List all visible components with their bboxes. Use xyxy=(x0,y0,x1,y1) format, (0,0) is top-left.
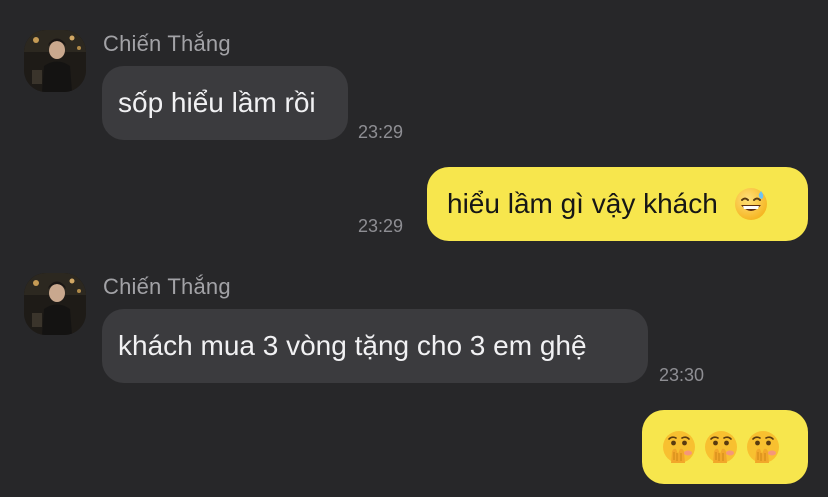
message-timestamp: 23:29 xyxy=(358,216,404,236)
message-timestamp: 23:30 xyxy=(659,365,705,385)
hand-over-mouth-emoji xyxy=(704,430,738,464)
message-text: hiểu lầm gì vậy khách xyxy=(447,188,718,219)
sender-name: Chiến Thắng xyxy=(103,31,231,56)
hand-over-mouth-emoji xyxy=(662,430,696,464)
message-text: sốp hiểu lầm rồi xyxy=(118,87,316,118)
avatar[interactable] xyxy=(24,273,86,335)
avatar[interactable] xyxy=(24,30,86,92)
grinning-sweat-emoji xyxy=(734,187,768,221)
sender-name: Chiến Thắng xyxy=(103,274,231,299)
message-timestamp: 23:29 xyxy=(358,122,404,142)
message-bubble-outgoing[interactable] xyxy=(642,410,808,484)
emoji-row xyxy=(662,410,788,484)
message-bubble-incoming[interactable]: khách mua 3 vòng tặng cho 3 em ghệ xyxy=(102,309,648,383)
message-bubble-outgoing[interactable]: hiểu lầm gì vậy khách xyxy=(427,167,808,241)
message-text: khách mua 3 vòng tặng cho 3 em ghệ xyxy=(118,330,587,361)
message-bubble-incoming[interactable]: sốp hiểu lầm rồi xyxy=(102,66,348,140)
hand-over-mouth-emoji xyxy=(746,430,780,464)
